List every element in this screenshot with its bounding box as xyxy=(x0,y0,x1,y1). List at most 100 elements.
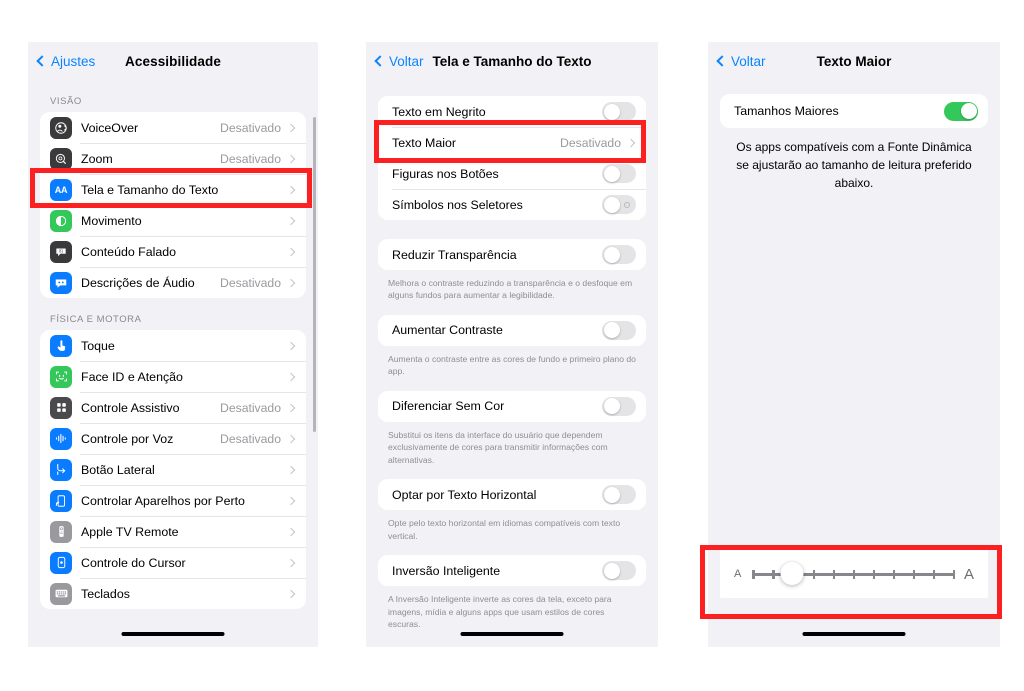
list-item-value: Desativado xyxy=(220,400,281,415)
chevron-right-icon xyxy=(286,154,296,163)
back-button-label: Voltar xyxy=(389,53,424,69)
chevron-right-icon xyxy=(286,434,296,443)
setting-value: Desativado xyxy=(560,135,621,150)
toggle-aumentar-contraste[interactable] xyxy=(602,320,636,340)
slider-tick xyxy=(912,569,916,579)
settings-card-reduzir-transparencia: Reduzir Transparência xyxy=(378,239,646,270)
sidebar-item-conteudo-falado[interactable]: 8) Conteúdo Falado xyxy=(40,236,306,267)
setting-row-optar-por-texto-horizontal[interactable]: Optar por Texto Horizontal xyxy=(378,479,646,511)
sidebar-item-voiceover[interactable]: VoiceOver Desativado xyxy=(40,112,306,143)
list-item-label: VoiceOver xyxy=(81,120,139,135)
list-item-label: Botão Lateral xyxy=(81,462,155,477)
back-button-label: Voltar xyxy=(731,53,766,69)
sidebar-item-toque[interactable]: Toque xyxy=(40,330,306,361)
settings-card-tamanhos-maiores: Tamanhos Maiores xyxy=(720,94,988,128)
setting-label: Inversão Inteligente xyxy=(392,563,501,578)
toggle-knob xyxy=(603,165,620,182)
toggle-reduzir-transparencia[interactable] xyxy=(602,245,636,264)
spoken-content-icon: 8) xyxy=(50,240,72,263)
back-button-ajustes[interactable]: Ajustes xyxy=(36,53,96,69)
setting-row-inversao-inteligente[interactable]: Inversão Inteligente xyxy=(378,555,646,587)
setting-row-tamanhos-maiores[interactable]: Tamanhos Maiores xyxy=(720,94,988,128)
setting-row-figuras-nos-botoes[interactable]: Figuras nos Botões xyxy=(378,158,646,189)
keyboards-icon xyxy=(50,582,72,605)
sidebar-item-controle-do-cursor[interactable]: Controle do Cursor xyxy=(40,547,306,578)
slider-tick xyxy=(832,569,836,579)
settings-card-diferenciar-sem-cor: Diferenciar Sem Cor xyxy=(378,390,646,422)
list-item-value: Desativado xyxy=(220,275,281,290)
sidebar-item-zoom[interactable]: Zoom Desativado xyxy=(40,143,306,174)
chevron-right-icon xyxy=(286,372,296,381)
toggle-texto-em-negrito[interactable] xyxy=(602,102,636,121)
text-size-slider[interactable] xyxy=(752,562,956,585)
toggle-knob xyxy=(603,246,620,263)
footnote-optar-por-texto-horizontal: Opte pelo texto horizontal em idiomas co… xyxy=(388,518,621,541)
list-item-label: Controle Assistivo xyxy=(81,400,180,415)
back-button-label: Ajustes xyxy=(51,53,96,69)
setting-row-texto-maior[interactable]: Texto Maior Desativado xyxy=(378,127,646,158)
voiceover-icon xyxy=(50,116,72,139)
slider-knob[interactable] xyxy=(780,562,804,585)
toggle-simbolos-nos-seletores[interactable] xyxy=(602,195,636,214)
setting-label: Texto Maior xyxy=(392,135,457,150)
setting-label: Reduzir Transparência xyxy=(392,247,517,262)
sidebar-item-face-id-e-atencao[interactable]: Face ID e Atenção xyxy=(40,361,306,392)
scrollbar[interactable] xyxy=(312,117,316,432)
list-item-value: Desativado xyxy=(220,151,281,166)
sidebar-item-botao-lateral[interactable]: Botão Lateral xyxy=(40,454,306,485)
footnote-diferenciar-sem-cor: Substitui os itens da interface do usuár… xyxy=(388,429,608,465)
footnote-inversao-inteligente: A Inversão Inteligente inverte as cores … xyxy=(388,594,612,629)
side-button-icon xyxy=(50,458,72,481)
chevron-right-icon xyxy=(286,558,296,567)
toggle-knob xyxy=(603,486,620,503)
setting-row-reduzir-transparencia[interactable]: Reduzir Transparência xyxy=(378,239,646,270)
chevron-right-icon xyxy=(286,278,296,287)
sidebar-item-teclados[interactable]: Teclados xyxy=(40,578,306,609)
sidebar-item-descricoes-de-audio[interactable]: Descrições de Áudio Desativado xyxy=(40,267,306,298)
toggle-inversao-inteligente[interactable] xyxy=(602,561,636,581)
chevron-left-icon xyxy=(36,55,48,67)
chevron-right-icon xyxy=(286,496,296,505)
setting-row-simbolos-nos-seletores[interactable]: Símbolos nos Seletores xyxy=(378,189,646,220)
pointer-control-icon xyxy=(50,551,72,574)
back-button-voltar-panel3[interactable]: Voltar xyxy=(716,53,766,69)
slider-tick xyxy=(852,569,856,579)
home-indicator xyxy=(460,631,564,636)
toggle-figuras-nos-botoes[interactable] xyxy=(602,164,636,183)
back-button-voltar-panel2[interactable]: Voltar xyxy=(374,53,424,69)
list-item-label: Tela e Tamanho do Texto xyxy=(81,182,219,197)
sidebar-item-controlar-aparelhos-por-perto[interactable]: Controlar Aparelhos por Perto xyxy=(40,485,306,516)
setting-label: Diferenciar Sem Cor xyxy=(392,399,505,414)
chevron-right-icon xyxy=(286,465,296,474)
setting-row-diferenciar-sem-cor[interactable]: Diferenciar Sem Cor xyxy=(378,390,646,422)
sidebar-item-movimento[interactable]: Movimento xyxy=(40,205,306,236)
setting-row-aumentar-contraste[interactable]: Aumentar Contraste xyxy=(378,314,646,346)
toggle-optar-por-texto-horizontal[interactable] xyxy=(602,485,636,505)
setting-row-texto-em-negrito[interactable]: Texto em Negrito xyxy=(378,96,646,127)
slider-tick xyxy=(872,569,876,579)
list-item-value: Desativado xyxy=(220,120,281,135)
list-item-label: Controle do Cursor xyxy=(81,555,186,570)
navbar-panel3: Voltar Texto Maior xyxy=(708,42,1000,80)
sidebar-item-tela-e-tamanho-do-texto[interactable]: AA Tela e Tamanho do Texto xyxy=(40,174,306,205)
chevron-right-icon xyxy=(286,123,296,132)
toggle-tamanhos-maiores[interactable] xyxy=(944,101,978,121)
footnote-reduzir-transparencia: Melhora o contraste reduzindo a transpar… xyxy=(388,278,633,301)
toggle-knob xyxy=(603,322,620,339)
assistive-control-icon xyxy=(50,396,72,419)
setting-label: Símbolos nos Seletores xyxy=(392,197,523,212)
chevron-right-icon xyxy=(286,247,296,256)
chevron-right-icon xyxy=(286,216,296,225)
zoom-icon xyxy=(50,147,72,170)
sidebar-item-controle-assistivo[interactable]: Controle Assistivo Desativado xyxy=(40,392,306,423)
navbar-panel2: Voltar Tela e Tamanho do Texto xyxy=(366,42,658,80)
apple-tv-remote-icon xyxy=(50,520,72,543)
settings-card-optar-texto-horizontal: Optar por Texto Horizontal xyxy=(378,479,646,511)
voice-control-icon xyxy=(50,427,72,450)
toggle-diferenciar-sem-cor[interactable] xyxy=(602,396,636,416)
list-card-fisica-e-motora: Toque Face ID e Atenção Controle Assisti… xyxy=(40,330,306,609)
sidebar-item-apple-tv-remote[interactable]: Apple TV Remote xyxy=(40,516,306,547)
sidebar-item-controle-por-voz[interactable]: Controle por Voz Desativado xyxy=(40,423,306,454)
home-indicator xyxy=(121,631,225,636)
home-indicator xyxy=(802,631,906,636)
